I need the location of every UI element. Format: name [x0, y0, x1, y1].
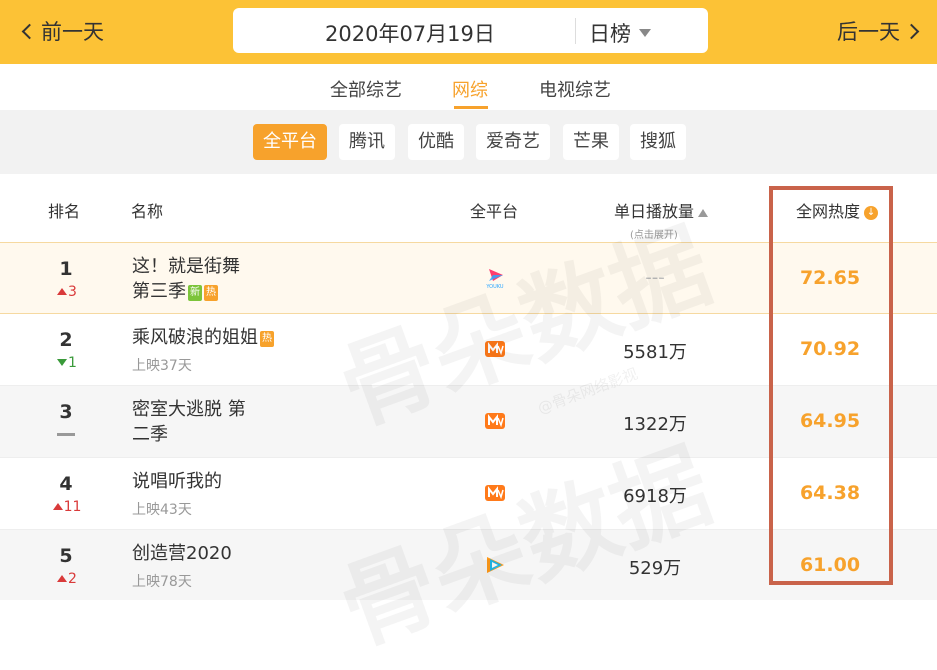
arrow-up-icon [57, 575, 68, 582]
platform-iqiyi-button[interactable]: 爱奇艺 [476, 124, 550, 160]
header-heat[interactable]: 全网热度 ↓ [796, 198, 879, 222]
daily-plays: 5581万 [623, 342, 687, 363]
mango-tv-icon [485, 341, 505, 357]
new-badge: 新 [188, 285, 202, 301]
header-platform: 全平台 [470, 202, 519, 221]
release-days: 上映37天 [132, 358, 192, 374]
show-title[interactable]: 创造营2020 [132, 541, 232, 566]
header-plays-label: 单日播放量 [614, 202, 695, 221]
show-title-line1: 乘风破浪的姐姐 [132, 327, 258, 348]
rank-number: 3 [59, 401, 73, 423]
platform-mango-button[interactable]: 芒果 [563, 124, 619, 160]
prev-day-label: 前一天 [41, 20, 104, 44]
show-title[interactable]: 密室大逃脱 第 二季 [132, 397, 246, 447]
show-title[interactable]: 这！就是街舞 第三季新热 [132, 254, 240, 304]
daily-plays: --- [645, 267, 665, 288]
arrow-up-icon [57, 288, 68, 295]
youku-icon: YOUKU [485, 269, 504, 289]
platform-youku-button[interactable]: 优酷 [408, 124, 464, 160]
heat-value: 64.38 [799, 482, 861, 504]
sort-down-icon: ↓ [864, 205, 879, 220]
header-rank: 排名 [48, 202, 81, 221]
show-title-line1: 密室大逃脱 第 [132, 399, 246, 420]
rank-number: 4 [59, 473, 73, 495]
rank-change: 3 [50, 284, 84, 300]
next-day-label: 后一天 [837, 20, 900, 44]
rank-type-dropdown[interactable]: 日榜 [589, 18, 651, 48]
hot-badge: 热 [260, 331, 274, 347]
platform-tencent-button[interactable]: 腾讯 [339, 124, 395, 160]
hot-badge: 热 [204, 285, 218, 301]
rank-change-value: 1 [68, 355, 77, 371]
rank-number: 5 [59, 545, 73, 567]
tab-web-variety[interactable]: 网综 [452, 76, 488, 102]
rank-change-value: 3 [68, 284, 77, 300]
table-row[interactable]: 1 3 这！就是街舞 第三季新热 YOUKU --- 72.65 [0, 242, 937, 314]
header-plays[interactable]: 单日播放量 [614, 198, 709, 222]
chevron-left-icon [21, 23, 38, 39]
show-title[interactable]: 乘风破浪的姐姐热 [132, 325, 274, 350]
mango-tv-icon [485, 413, 505, 429]
date-selector[interactable]: 2020年07月19日 日榜 [233, 8, 708, 53]
show-title-line2: 二季 [132, 424, 168, 445]
rank-change: 11 [50, 499, 84, 515]
rank-unchanged-icon [57, 433, 75, 436]
rank-type-label: 日榜 [589, 22, 631, 46]
release-days: 上映78天 [132, 574, 192, 590]
rank-change: 1 [50, 355, 84, 371]
rank-number: 1 [59, 258, 73, 280]
sort-icon [698, 208, 709, 217]
tencent-video-icon [487, 557, 504, 573]
platform-all-button[interactable]: 全平台 [253, 124, 327, 160]
table-row[interactable]: 4 11 说唱听我的 上映43天 6918万 64.38 [0, 458, 937, 530]
show-title-line2: 第三季 [132, 281, 186, 302]
heat-value: 61.00 [799, 554, 861, 576]
arrow-up-icon [52, 503, 63, 510]
release-days: 上映43天 [132, 502, 192, 518]
date-text[interactable]: 2020年07月19日 [325, 18, 495, 48]
heat-value: 64.95 [799, 410, 861, 432]
table-row[interactable]: 5 2 创造营2020 上映78天 529万 61.00 [0, 530, 937, 600]
show-title-line1: 这！就是街舞 [132, 256, 240, 277]
arrow-down-icon [57, 359, 68, 366]
top-bar: 前一天 2020年07月19日 日榜 后一天 [0, 0, 937, 64]
mango-tv-icon [485, 485, 505, 501]
prev-day-button[interactable]: 前一天 [20, 16, 104, 46]
chevron-right-icon [903, 23, 920, 39]
caret-down-icon [639, 29, 651, 37]
heat-value: 72.65 [799, 267, 861, 289]
table-row[interactable]: 3 密室大逃脱 第 二季 1322万 64.95 [0, 386, 937, 458]
table-header: 排名 名称 全平台 单日播放量 (点击展开) 全网热度 ↓ [0, 174, 937, 242]
heat-value: 70.92 [799, 338, 861, 360]
tab-tv-variety[interactable]: 电视综艺 [539, 76, 611, 102]
next-day-button[interactable]: 后一天 [837, 16, 921, 46]
header-heat-label: 全网热度 [796, 202, 861, 221]
rank-change-value: 2 [68, 571, 77, 587]
rank-number: 2 [59, 329, 73, 351]
platform-sohu-button[interactable]: 搜狐 [630, 124, 686, 160]
daily-plays: 529万 [628, 558, 682, 579]
rank-change: 2 [50, 571, 84, 587]
tab-all-variety[interactable]: 全部综艺 [330, 76, 402, 102]
divider [575, 18, 576, 44]
svg-text:YOUKU: YOUKU [485, 284, 504, 289]
show-title[interactable]: 说唱听我的 [132, 469, 222, 494]
rank-change-value: 11 [63, 499, 82, 515]
daily-plays: 1322万 [623, 414, 687, 435]
header-plays-hint[interactable]: (点击展开) [630, 226, 678, 241]
daily-plays: 6918万 [623, 486, 687, 507]
header-name: 名称 [131, 202, 164, 221]
table-row[interactable]: 2 1 乘风破浪的姐姐热 上映37天 5581万 70.92 [0, 314, 937, 386]
active-tab-underline [454, 106, 488, 109]
category-tabs: 全部综艺 网综 电视综艺 [0, 64, 937, 110]
platform-filter-bar: 全平台 腾讯 优酷 爱奇艺 芒果 搜狐 [0, 110, 937, 174]
